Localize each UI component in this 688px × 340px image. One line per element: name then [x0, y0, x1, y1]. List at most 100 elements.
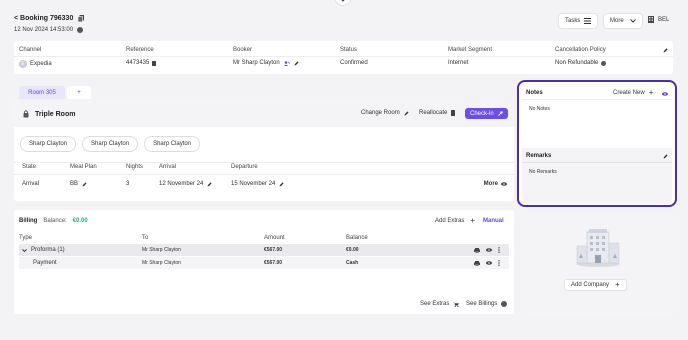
edit-icon[interactable]: [82, 181, 87, 187]
change-room-button[interactable]: Change Room: [361, 110, 409, 116]
check-in-label: Check-in: [470, 110, 494, 117]
add-company-label: Add Company: [571, 282, 610, 288]
copy-icon[interactable]: [78, 15, 85, 22]
billing-to: Mr Sharp Clayton: [142, 247, 181, 253]
col-booker: Booker: [233, 47, 253, 53]
room-tab-label: Room 305: [28, 89, 56, 96]
list-icon: [584, 18, 592, 24]
eye-icon[interactable]: [486, 248, 492, 252]
print-icon[interactable]: [474, 247, 480, 253]
page-header: < Booking 796330 12 Nov 2024 14:53:00: [14, 15, 85, 33]
room-more-label: More: [483, 181, 498, 187]
nights-value: 3: [126, 181, 130, 187]
notes-section: Notes Create New + No Notes: [522, 85, 672, 141]
manual-button[interactable]: Manual: [483, 218, 504, 224]
room-more-button[interactable]: More: [484, 181, 507, 187]
remarks-empty-text: No Remarks: [529, 169, 557, 175]
edit-icon[interactable]: [294, 60, 299, 66]
edit-icon: [404, 110, 409, 115]
tasks-label: Tasks: [565, 18, 581, 24]
edit-icon[interactable]: [663, 47, 668, 53]
info-icon[interactable]: [601, 60, 607, 66]
add-tab-label: +: [77, 89, 81, 96]
add-company-button[interactable]: Add Company +: [564, 279, 627, 291]
col-state: State: [22, 164, 37, 170]
notes-remarks-panel: Notes Create New + No Notes Remarks No R…: [517, 80, 677, 207]
chevron-down-icon: [629, 19, 636, 23]
state-value: Arrival: [22, 181, 40, 187]
user-link-icon[interactable]: [283, 60, 290, 66]
billing-amount: €567.00: [264, 260, 283, 266]
guest-name: Sharp Clayton: [29, 141, 68, 147]
tasks-button[interactable]: Tasks: [558, 13, 599, 29]
guest-chip[interactable]: Sharp Clayton: [82, 136, 139, 152]
col-meal-plan: Meal Plan: [70, 164, 97, 170]
more-dropdown[interactable]: More: [603, 13, 643, 29]
door-icon: [451, 110, 456, 116]
col-cancellation-policy: Cancellation Policy: [555, 47, 606, 53]
notes-title: Notes: [526, 90, 543, 96]
guest-chip[interactable]: Sharp Clayton: [144, 136, 201, 152]
eye-icon[interactable]: [662, 92, 668, 96]
edit-icon[interactable]: [207, 181, 212, 187]
eye-icon[interactable]: [486, 261, 492, 265]
billing-card: Billing Balance: €0.00 Add Extras + Manu…: [14, 210, 514, 314]
see-billings-button[interactable]: See Billings: [466, 301, 508, 307]
eye-icon: [501, 182, 507, 186]
back-link[interactable]: < Booking 796330: [14, 15, 73, 22]
departure-value: 15 November 24: [231, 181, 276, 187]
table-row[interactable]: Payment Mr Sharp Clayton €567.00 Cash: [19, 257, 509, 269]
col-nights: Nights: [126, 164, 144, 170]
add-room-tab[interactable]: +: [67, 86, 91, 99]
room-type: Triple Room: [35, 110, 76, 118]
info-icon[interactable]: [77, 27, 84, 33]
billing-title: Billing: [19, 218, 38, 224]
reallocate-button[interactable]: Reallocate: [419, 110, 456, 116]
hotel-selector[interactable]: BEL: [648, 16, 669, 23]
collapse-handle[interactable]: [334, 0, 352, 6]
created-timestamp: 12 Nov 2024 14:53:00: [14, 27, 74, 33]
col-status: Status: [340, 47, 358, 53]
chevron-down-icon[interactable]: [22, 248, 27, 252]
billing-balance: €0.00: [346, 247, 359, 253]
balance-label: Balance:: [43, 218, 67, 224]
col-to: To: [142, 235, 149, 241]
kebab-menu-icon[interactable]: [498, 260, 500, 266]
table-row[interactable]: Proforma (1) Mr Sharp Clayton €567.00 €0…: [19, 244, 509, 256]
see-extras-button[interactable]: See Extras: [420, 301, 460, 307]
more-label: More: [610, 18, 624, 24]
edit-icon[interactable]: [663, 154, 668, 159]
guest-chip[interactable]: Sharp Clayton: [20, 136, 77, 152]
hotel-code: BEL: [658, 16, 670, 23]
key-icon: [497, 111, 503, 116]
guest-name: Sharp Clayton: [153, 141, 192, 147]
col-channel: Channel: [19, 47, 42, 53]
kebab-menu-icon[interactable]: [498, 247, 500, 253]
add-extras-button[interactable]: Add Extras +: [435, 217, 475, 225]
col-market-segment: Market Segment: [448, 47, 493, 53]
col-departure: Departure: [231, 164, 258, 170]
billing-balance: Cash: [346, 260, 359, 266]
remarks-section: Remarks No Remarks: [522, 148, 672, 204]
see-extras-label: See Extras: [420, 301, 450, 307]
copy-icon[interactable]: [152, 60, 157, 66]
create-new-note-button[interactable]: Create New +: [613, 89, 653, 97]
billing-icon: [501, 301, 508, 307]
market-segment-value: Internet: [448, 60, 469, 66]
booking-info-card: Channel Reference Booker Status Market S…: [14, 41, 673, 74]
lock-icon: [23, 110, 29, 118]
billing-type: Payment: [33, 260, 57, 266]
cart-icon: [453, 302, 460, 307]
room-tab[interactable]: Room 305: [19, 86, 65, 99]
edit-icon[interactable]: [279, 181, 284, 187]
print-icon[interactable]: [474, 260, 480, 266]
check-in-button[interactable]: Check-in: [465, 108, 508, 119]
cancellation-policy-value: Non Refundable: [555, 60, 599, 66]
status-value: Confirmed: [340, 60, 368, 66]
col-balance: Balance: [346, 235, 368, 241]
create-new-label: Create New: [613, 90, 645, 96]
booker-value: Mr Sharp Clayton: [233, 60, 280, 66]
billing-type: Proforma (1): [31, 247, 65, 253]
channel-value: Expedia: [30, 61, 52, 67]
col-type: Type: [19, 235, 33, 241]
